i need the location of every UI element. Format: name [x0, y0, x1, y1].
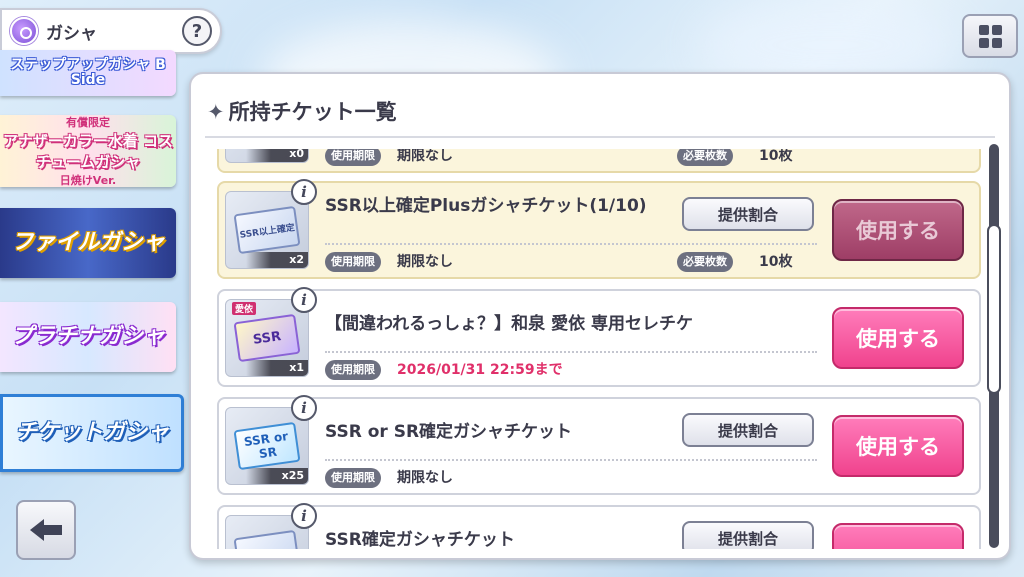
- expiry-value: 期限なし: [397, 149, 453, 164]
- use-button[interactable]: 使用する: [832, 415, 964, 477]
- banner-sub-label: 日焼けVer.: [59, 174, 117, 187]
- help-button[interactable]: ?: [182, 16, 212, 46]
- banner-label: ファイルガシャ: [11, 230, 165, 256]
- use-button[interactable]: 使用する: [832, 307, 964, 369]
- scrollbar-thumb[interactable]: [987, 224, 1001, 394]
- ticket-card: SSR以上確定 x2 i SSR以上確定Plusガシャチケット(1/10) 提供…: [217, 179, 981, 279]
- back-button[interactable]: [16, 500, 76, 560]
- expiry-value: 2026/01/31 22:59まで: [397, 362, 563, 378]
- banner-platinum-gacha[interactable]: プラチナガシャ: [0, 302, 176, 372]
- banner-label: アナザーカラー水着 コスチュームガシャ: [3, 132, 173, 171]
- ticket-name: SSR or SR確定ガシャチケット: [325, 422, 573, 442]
- ticket-card: 愛依 SSR x1 i 【間違われるっしょ？】和泉 愛依 専用セレチケ 使用する…: [217, 287, 981, 387]
- ticket-card: SSR or SR x25 i SSR or SR確定ガシャチケット 提供割合 …: [217, 395, 981, 495]
- ticket-card: i SSR確定ガシャチケット 提供割合: [217, 503, 981, 549]
- banner-costume-gacha[interactable]: 有償限定 アナザーカラー水着 コスチュームガシャ 日焼けVer.: [0, 115, 176, 187]
- panel-title: ✦ 所持チケット一覧: [207, 96, 397, 126]
- info-icon[interactable]: i: [291, 287, 317, 313]
- expiry-value: 期限なし: [397, 254, 453, 270]
- sparkle-icon: ✦: [207, 100, 225, 124]
- banner-label: プラチナガシャ: [10, 324, 165, 350]
- arrow-left-icon: [30, 519, 62, 541]
- ticket-name: 【間違われるっしょ？】和泉 愛依 専用セレチケ: [325, 314, 693, 334]
- rates-button[interactable]: 提供割合: [682, 521, 814, 549]
- rates-button[interactable]: 提供割合: [682, 413, 814, 447]
- banner-stepup-gacha[interactable]: ステップアップガシャ B Side: [0, 50, 176, 96]
- ticket-quantity: x0: [246, 149, 308, 162]
- use-button[interactable]: [832, 523, 964, 549]
- ticket-name: SSR確定ガシャチケット: [325, 530, 515, 549]
- ticket-name: SSR以上確定Plusガシャチケット(1/10): [325, 196, 647, 216]
- ticket-image: [233, 529, 301, 549]
- expiry-value: 期限なし: [397, 470, 453, 486]
- info-icon[interactable]: i: [291, 179, 317, 205]
- info-icon[interactable]: i: [291, 503, 317, 529]
- expiry-label: 使用期限: [325, 468, 381, 488]
- ticket-image: SSR or SR: [233, 421, 301, 471]
- banner-ticket-gacha[interactable]: チケットガシャ: [0, 394, 184, 472]
- menu-button[interactable]: [962, 14, 1018, 58]
- divider: [325, 459, 817, 461]
- required-label: 必要枚数: [677, 149, 733, 166]
- idol-tag: 愛依: [232, 302, 257, 315]
- required-value: 10枚: [759, 254, 793, 270]
- page-header: ガシャ ?: [0, 8, 222, 54]
- rates-button[interactable]: 提供割合: [682, 197, 814, 231]
- required-label: 必要枚数: [677, 252, 733, 272]
- banner-label: チケットガシャ: [14, 420, 169, 446]
- ticket-thumbnail: x0: [225, 149, 309, 163]
- page-title: ガシャ: [46, 23, 97, 44]
- ticket-quantity: x1: [246, 360, 308, 376]
- required-value: 10枚: [759, 149, 793, 164]
- expiry-label: 使用期限: [325, 149, 381, 166]
- ticket-list-panel: ✦ 所持チケット一覧 x0 使用期限 期限なし 必要枚数 10枚 SSR以上確定 …: [189, 72, 1011, 560]
- expiry-label: 使用期限: [325, 252, 381, 272]
- banner-small-label: 有償限定: [66, 116, 110, 129]
- ticket-card: x0 使用期限 期限なし 必要枚数 10枚: [217, 149, 981, 173]
- info-icon[interactable]: i: [291, 395, 317, 421]
- ticket-image: SSR: [233, 313, 301, 363]
- grid-icon: [978, 24, 1002, 48]
- banner-label: ステップアップガシャ B Side: [10, 57, 166, 88]
- ticket-list[interactable]: x0 使用期限 期限なし 必要枚数 10枚 SSR以上確定 x2 i SSR以上…: [217, 149, 983, 549]
- ticket-quantity: x2: [246, 252, 308, 268]
- divider: [325, 243, 817, 245]
- use-button[interactable]: 使用する: [832, 199, 964, 261]
- expiry-label: 使用期限: [325, 360, 381, 380]
- banner-file-gacha[interactable]: ファイルガシャ: [0, 208, 176, 278]
- panel-title-text: 所持チケット一覧: [228, 100, 397, 124]
- gacha-icon: [10, 17, 38, 45]
- divider: [205, 136, 995, 138]
- ticket-image: SSR以上確定: [233, 205, 301, 255]
- divider: [325, 351, 817, 353]
- ticket-quantity: x25: [246, 468, 308, 484]
